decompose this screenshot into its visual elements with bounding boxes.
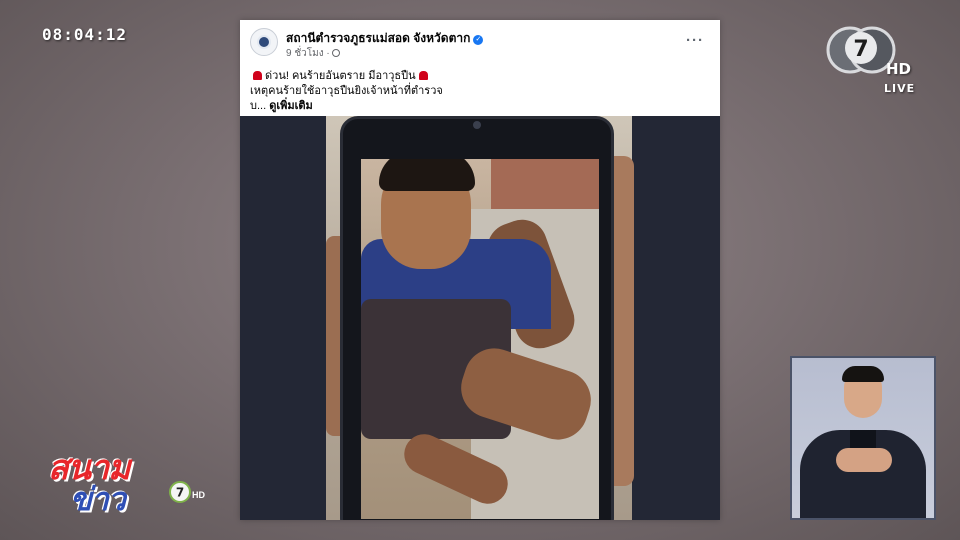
post-photo[interactable] [240, 116, 720, 520]
post-truncated-text: บ... [250, 100, 267, 112]
suspect-hair [379, 159, 475, 191]
verified-badge-icon: ✓ [473, 35, 484, 45]
siren-icon [418, 71, 428, 80]
program-logo: สนาม ข่าว 7 HD [44, 440, 214, 520]
hd-label: HD [886, 60, 912, 78]
channel-7-mini-icon: 7 [169, 481, 191, 503]
channel-7-logo: 7 HD LIVE [826, 22, 916, 102]
program-logo-bottom: ข่าว [70, 480, 126, 518]
page-avatar[interactable] [250, 28, 278, 56]
post-time[interactable]: 9 ชั่วโมง · [286, 48, 330, 59]
live-label: LIVE [884, 82, 916, 95]
post-text-line-3: บ... ดูเพิ่มเติม [250, 96, 313, 114]
facebook-post-card: สถานีตำรวจภูธรแม่สอด จังหวัดตาก ✓ 9 ชั่วโ… [240, 20, 720, 520]
sign-language-interpreter [790, 356, 936, 520]
page-name[interactable]: สถานีตำรวจภูธรแม่สอด จังหวัดตาก [286, 31, 470, 45]
mini-channel-number: 7 [176, 486, 184, 500]
channel-number: 7 [853, 37, 868, 62]
globe-icon [331, 49, 340, 57]
interpreter-hair [842, 366, 884, 382]
more-options-icon[interactable]: ··· [686, 32, 704, 49]
see-more-link[interactable]: ดูเพิ่มเติม [269, 100, 313, 112]
post-meta: 9 ชั่วโมง · [286, 46, 340, 61]
siren-icon [253, 71, 262, 80]
phone-screen-photo [361, 159, 599, 519]
program-hd-label: HD [192, 490, 205, 500]
police-emblem-icon [257, 35, 271, 49]
brick-wall [491, 159, 599, 209]
interpreter-hands [836, 448, 892, 472]
broadcast-clock: 08:04:12 [42, 25, 128, 44]
phone-camera [473, 121, 481, 129]
phone-in-photo [340, 116, 614, 520]
